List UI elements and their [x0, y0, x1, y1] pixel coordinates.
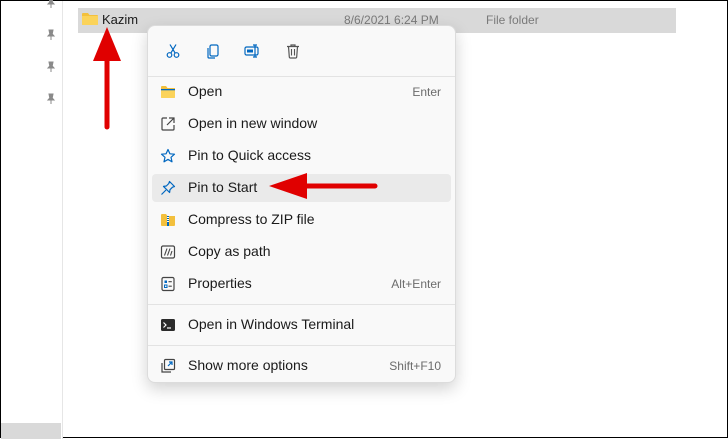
- menu-separator: [148, 345, 455, 346]
- menu-item-shortcut: Shift+F10: [389, 359, 441, 373]
- rename-icon: [244, 44, 259, 58]
- copy-icon: [207, 44, 219, 59]
- nav-scroll-area: [1, 423, 61, 439]
- copy-button[interactable]: [198, 36, 228, 66]
- menu-item-shortcut: Enter: [412, 85, 441, 99]
- menu-separator: [148, 304, 455, 305]
- context-menu: Open Enter Open in new window Pin to Qui…: [147, 25, 456, 383]
- menu-item-label: Open: [188, 83, 223, 99]
- menu-item-pin-quick-access[interactable]: Pin to Quick access: [152, 142, 451, 170]
- pin-icon[interactable]: [45, 93, 57, 105]
- star-icon: [160, 148, 176, 163]
- menu-item-open-terminal[interactable]: Open in Windows Terminal: [152, 311, 451, 339]
- menu-item-label: Open in Windows Terminal: [188, 316, 355, 332]
- menu-item-open[interactable]: Open Enter: [152, 78, 451, 106]
- menu-item-shortcut: Alt+Enter: [391, 277, 441, 291]
- properties-icon: [161, 276, 175, 292]
- folder-icon: [161, 86, 175, 98]
- more-options-icon: [161, 358, 176, 373]
- context-toolbar: [158, 36, 448, 66]
- trash-icon: [287, 44, 299, 59]
- annotation-arrow-left: [269, 173, 378, 199]
- menu-item-label: Properties: [188, 275, 252, 291]
- pin-icon[interactable]: [45, 0, 57, 9]
- scissors-icon: [166, 44, 180, 58]
- menu-item-compress-zip[interactable]: Compress to ZIP file: [152, 206, 451, 234]
- menu-item-label: Open in new window: [188, 115, 318, 131]
- cut-button[interactable]: [158, 36, 188, 66]
- menu-item-open-new-window[interactable]: Open in new window: [152, 110, 451, 138]
- zip-icon: [161, 214, 175, 226]
- menu-item-label: Compress to ZIP file: [188, 211, 315, 227]
- rename-button[interactable]: [238, 36, 268, 66]
- navigation-pane: [1, 0, 63, 439]
- menu-item-label: Copy as path: [188, 243, 271, 259]
- menu-item-label: Show more options: [188, 357, 308, 373]
- pin-icon: [161, 180, 176, 195]
- terminal-icon: [161, 319, 175, 331]
- menu-item-show-more-options[interactable]: Show more options Shift+F10: [152, 352, 451, 380]
- path-icon: [160, 245, 176, 259]
- annotation-arrow-up: [93, 27, 121, 130]
- new-window-icon: [161, 117, 175, 131]
- delete-button[interactable]: [278, 36, 308, 66]
- pin-icon[interactable]: [45, 29, 57, 41]
- menu-separator: [148, 76, 455, 77]
- menu-item-label: Pin to Start: [188, 179, 258, 195]
- menu-item-label: Pin to Quick access: [188, 147, 311, 163]
- menu-item-copy-as-path[interactable]: Copy as path: [152, 238, 451, 266]
- menu-item-properties[interactable]: Properties Alt+Enter: [152, 270, 451, 298]
- file-type: File folder: [486, 13, 539, 27]
- pin-icon[interactable]: [45, 61, 57, 73]
